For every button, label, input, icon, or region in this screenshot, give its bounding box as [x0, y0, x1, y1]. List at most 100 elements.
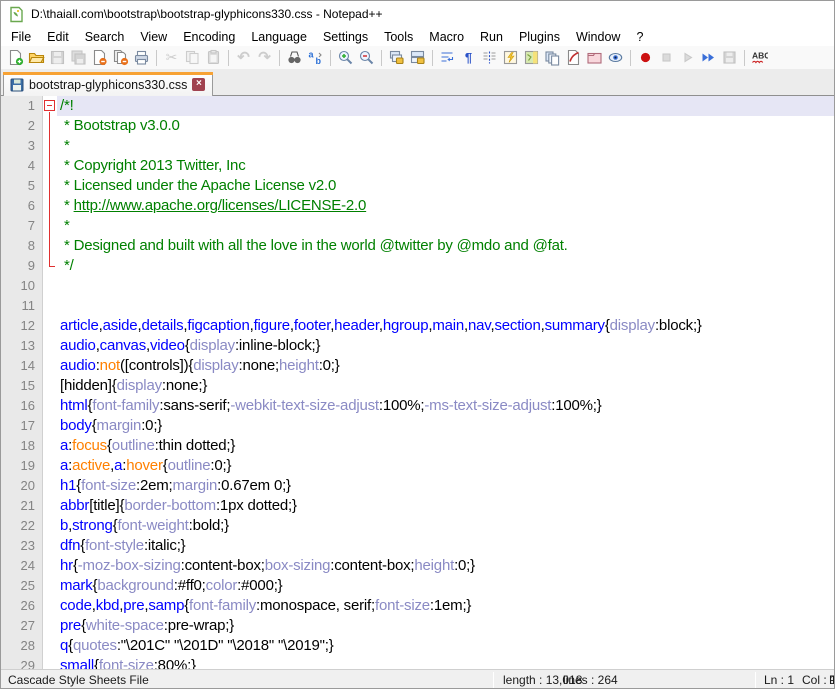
open-folder-icon[interactable] — [26, 48, 47, 68]
show-all-characters-icon[interactable]: ¶ — [458, 48, 479, 68]
code-line-text[interactable]: body{margin:0;} — [57, 416, 834, 436]
code-line-text[interactable]: article,aside,details,figcaption,figure,… — [57, 316, 834, 336]
code-line-text[interactable]: q{quotes:"\201C" "\201D" "\2018" "\2019"… — [57, 636, 834, 656]
paste-icon[interactable] — [203, 48, 224, 68]
line-number[interactable]: 19 — [1, 456, 43, 476]
code-line-text[interactable]: * http://www.apache.org/licenses/LICENSE… — [57, 196, 834, 216]
line-number[interactable]: 22 — [1, 516, 43, 536]
fold-collapse-icon[interactable] — [43, 96, 57, 116]
line-number[interactable]: 29 — [1, 656, 43, 669]
code-line-text[interactable]: a:active,a:hover{outline:0;} — [57, 456, 834, 476]
menu-item-language[interactable]: Language — [243, 29, 315, 45]
spell-check-icon[interactable]: ABC — [749, 48, 770, 68]
code-line-text[interactable]: code,kbd,pre,samp{font-family:monospace,… — [57, 596, 834, 616]
code-line-text[interactable]: audio,canvas,video{display:inline-block;… — [57, 336, 834, 356]
code-line-text[interactable]: [hidden]{display:none;} — [57, 376, 834, 396]
undo-icon[interactable]: ↶ — [233, 48, 254, 68]
menu-item-settings[interactable]: Settings — [315, 29, 376, 45]
close-doc-icon[interactable] — [89, 48, 110, 68]
code-line-text[interactable]: hr{-moz-box-sizing:content-box;box-sizin… — [57, 556, 834, 576]
menu-item-view[interactable]: View — [132, 29, 175, 45]
line-number[interactable]: 3 — [1, 136, 43, 156]
line-number[interactable]: 25 — [1, 576, 43, 596]
line-number[interactable]: 26 — [1, 596, 43, 616]
macro-save-icon[interactable] — [719, 48, 740, 68]
line-number[interactable]: 4 — [1, 156, 43, 176]
zoom-in-icon[interactable] — [335, 48, 356, 68]
tab-bootstrap-glyphicons330[interactable]: bootstrap-glyphicons330.css × — [3, 72, 213, 96]
code-line-text[interactable]: * Licensed under the Apache License v2.0 — [57, 176, 834, 196]
code-line-text[interactable]: b,strong{font-weight:bold;} — [57, 516, 834, 536]
macro-run-multiple-icon[interactable] — [698, 48, 719, 68]
code-line-text[interactable] — [57, 296, 834, 316]
macro-play-icon[interactable] — [677, 48, 698, 68]
function-list-icon[interactable] — [500, 48, 521, 68]
cut-icon[interactable]: ✂ — [161, 48, 182, 68]
code-line-text[interactable] — [57, 276, 834, 296]
menu-item-macro[interactable]: Macro — [421, 29, 472, 45]
line-number[interactable]: 28 — [1, 636, 43, 656]
line-number[interactable]: 24 — [1, 556, 43, 576]
editor-area[interactable]: 1/*!2 * Bootstrap v3.0.03 *4 * Copyright… — [1, 96, 834, 669]
line-number[interactable]: 5 — [1, 176, 43, 196]
replace-icon[interactable]: ab — [305, 48, 326, 68]
close-tab-icon[interactable]: × — [192, 78, 205, 91]
code-line-text[interactable]: dfn{font-style:italic;} — [57, 536, 834, 556]
line-number[interactable]: 13 — [1, 336, 43, 356]
line-number[interactable]: 9 — [1, 256, 43, 276]
code-line-text[interactable]: mark{background:#ff0;color:#000;} — [57, 576, 834, 596]
menu-item-run[interactable]: Run — [472, 29, 511, 45]
menu-item-file[interactable]: File — [3, 29, 39, 45]
code-line-text[interactable]: pre{white-space:pre-wrap;} — [57, 616, 834, 636]
code-line-text[interactable]: * Copyright 2013 Twitter, Inc — [57, 156, 834, 176]
line-number[interactable]: 10 — [1, 276, 43, 296]
menu-item-search[interactable]: Search — [77, 29, 133, 45]
new-file-icon[interactable] — [5, 48, 26, 68]
document-map-icon[interactable] — [521, 48, 542, 68]
code-line-text[interactable]: * — [57, 136, 834, 156]
menu-item-plugins[interactable]: Plugins — [511, 29, 568, 45]
line-number[interactable]: 8 — [1, 236, 43, 256]
line-number[interactable]: 23 — [1, 536, 43, 556]
function-pen-icon[interactable] — [563, 48, 584, 68]
line-number[interactable]: 18 — [1, 436, 43, 456]
copy-icon[interactable] — [182, 48, 203, 68]
save-icon[interactable] — [47, 48, 68, 68]
line-number[interactable]: 15 — [1, 376, 43, 396]
code-line-text[interactable]: * Bootstrap v3.0.0 — [57, 116, 834, 136]
close-all-docs-icon[interactable] — [110, 48, 131, 68]
line-number[interactable]: 11 — [1, 296, 43, 316]
redo-icon[interactable]: ↷ — [254, 48, 275, 68]
line-number[interactable]: 20 — [1, 476, 43, 496]
sync-horizontal-icon[interactable] — [407, 48, 428, 68]
code-line-text[interactable]: small{font-size:80%;} — [57, 656, 834, 669]
menu-item-help[interactable]: ? — [628, 29, 651, 45]
line-number[interactable]: 16 — [1, 396, 43, 416]
sync-vertical-icon[interactable] — [386, 48, 407, 68]
line-number[interactable]: 6 — [1, 196, 43, 216]
document-list-icon[interactable] — [542, 48, 563, 68]
code-line-text[interactable]: audio:not([controls]){display:none;heigh… — [57, 356, 834, 376]
code-line-text[interactable]: * Designed and built with all the love i… — [57, 236, 834, 256]
menu-item-tools[interactable]: Tools — [376, 29, 421, 45]
file-monitoring-icon[interactable] — [605, 48, 626, 68]
macro-stop-icon[interactable] — [656, 48, 677, 68]
indent-guide-icon[interactable] — [479, 48, 500, 68]
code-line-text[interactable]: html{font-family:sans-serif;-webkit-text… — [57, 396, 834, 416]
code-line-text[interactable]: h1{font-size:2em;margin:0.67em 0;} — [57, 476, 834, 496]
code-line-text[interactable]: a:focus{outline:thin dotted;} — [57, 436, 834, 456]
code-line-text[interactable]: /*! — [57, 96, 834, 116]
line-number[interactable]: 2 — [1, 116, 43, 136]
menu-item-edit[interactable]: Edit — [39, 29, 77, 45]
project-panel-icon[interactable] — [584, 48, 605, 68]
macro-record-icon[interactable] — [635, 48, 656, 68]
print-icon[interactable] — [131, 48, 152, 68]
title-bar[interactable]: D:\thaiall.com\bootstrap\bootstrap-glyph… — [1, 1, 834, 27]
line-number[interactable]: 21 — [1, 496, 43, 516]
code-line-text[interactable]: */ — [57, 256, 834, 276]
save-all-icon[interactable] — [68, 48, 89, 68]
line-number[interactable]: 27 — [1, 616, 43, 636]
line-number[interactable]: 17 — [1, 416, 43, 436]
line-number[interactable]: 14 — [1, 356, 43, 376]
line-number[interactable]: 7 — [1, 216, 43, 236]
